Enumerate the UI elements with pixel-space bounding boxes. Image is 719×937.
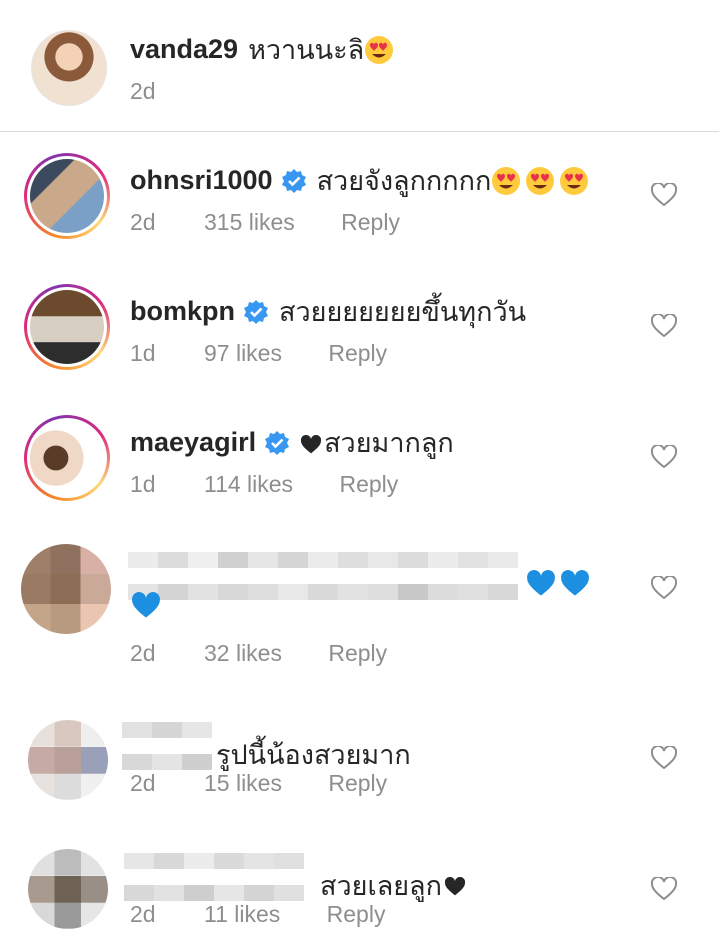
timestamp: 2d [130,770,156,796]
blue-heart-emoji-icon [527,570,555,596]
avatar[interactable] [28,720,108,800]
likes-count[interactable]: 32 likes [204,640,282,667]
caption-line: vanda29 หวานนะลิ [130,28,394,71]
caption: vanda29 หวานนะลิ 2d [0,0,719,132]
heart-outline-icon[interactable] [651,576,677,600]
comment-item: ohnsri1000 สวยจังลูกกกกก 2d 315 likes Re… [0,131,719,262]
verified-badge-icon [281,168,306,193]
likes-count[interactable]: 11 likes [204,901,280,928]
comment-text-content: สวยมากลูก [324,428,454,458]
reply-button[interactable]: Reply [328,340,387,367]
verified-badge-icon [244,299,268,324]
heart-eyes-emoji-icon [365,35,394,64]
heart-outline-icon[interactable] [651,445,677,469]
username[interactable]: maeyagirl [130,427,256,458]
timestamp: 2d [130,901,156,927]
comment-text-content: สวยเลยลูก [320,870,442,901]
likes-count[interactable]: 15 likes [204,770,282,797]
reply-button[interactable]: Reply [327,901,386,928]
timestamp: 1d [130,471,156,497]
username[interactable] [128,552,518,616]
heart-outline-icon[interactable] [651,183,677,207]
reply-button[interactable]: Reply [328,770,387,797]
heart-outline-icon[interactable] [651,877,677,901]
comment-item: รูปนี้น้องสวยมาก 2d 15 likes Reply [0,684,719,815]
blue-heart-emoji-icon [561,570,589,596]
story-ring[interactable] [24,284,110,370]
timestamp: 2d [130,78,156,104]
comment-item: bomkpn สวยยยยยยยขึ้นทุกวัน 1d 97 likes R… [0,262,719,393]
heart-eyes-emoji-icon [560,166,589,195]
comment-text: สวยยยยยยยขึ้นทุกวัน [279,297,527,327]
timestamp: 1d [130,340,156,366]
timestamp: 2d [130,209,156,235]
likes-count[interactable]: 114 likes [204,471,293,498]
comment-item: สวยเลยลูก 2d 11 likes Reply [0,815,719,937]
comment-item: maeyagirl สวยมากลูก 1d 114 likes Reply [0,393,719,524]
avatar [30,290,104,364]
likes-count[interactable]: 315 likes [204,209,295,236]
likes-count[interactable]: 97 likes [204,340,282,367]
blue-heart-emoji-icon [132,592,160,618]
avatar [30,421,104,495]
verified-badge-icon [265,430,290,455]
username[interactable]: vanda29 [130,34,238,65]
black-heart-icon [444,877,466,896]
heart-outline-icon[interactable] [651,314,677,338]
username[interactable]: bomkpn [130,296,235,327]
avatar[interactable] [31,30,107,106]
reply-button[interactable]: Reply [339,471,398,498]
heart-eyes-emoji-icon [526,166,555,195]
avatar [30,159,104,233]
avatar[interactable] [28,849,108,929]
timestamp: 2d [130,640,156,666]
comment-item: 2d 32 likes Reply [0,524,719,684]
comment-text: สวยมากลูก [300,421,454,464]
comment-text: หวานนะลิ [248,35,365,65]
black-heart-icon [301,434,322,454]
comment-text: สวยจังลูกกกกก [316,166,492,196]
story-ring[interactable] [24,415,110,501]
username[interactable]: ohnsri1000 [130,165,273,196]
avatar[interactable] [21,544,111,634]
comment-meta: 2d [130,78,156,105]
story-ring[interactable] [24,153,110,239]
reply-button[interactable]: Reply [341,209,400,236]
reply-button[interactable]: Reply [328,640,387,667]
heart-outline-icon[interactable] [651,746,677,770]
heart-eyes-emoji-icon [492,166,521,195]
